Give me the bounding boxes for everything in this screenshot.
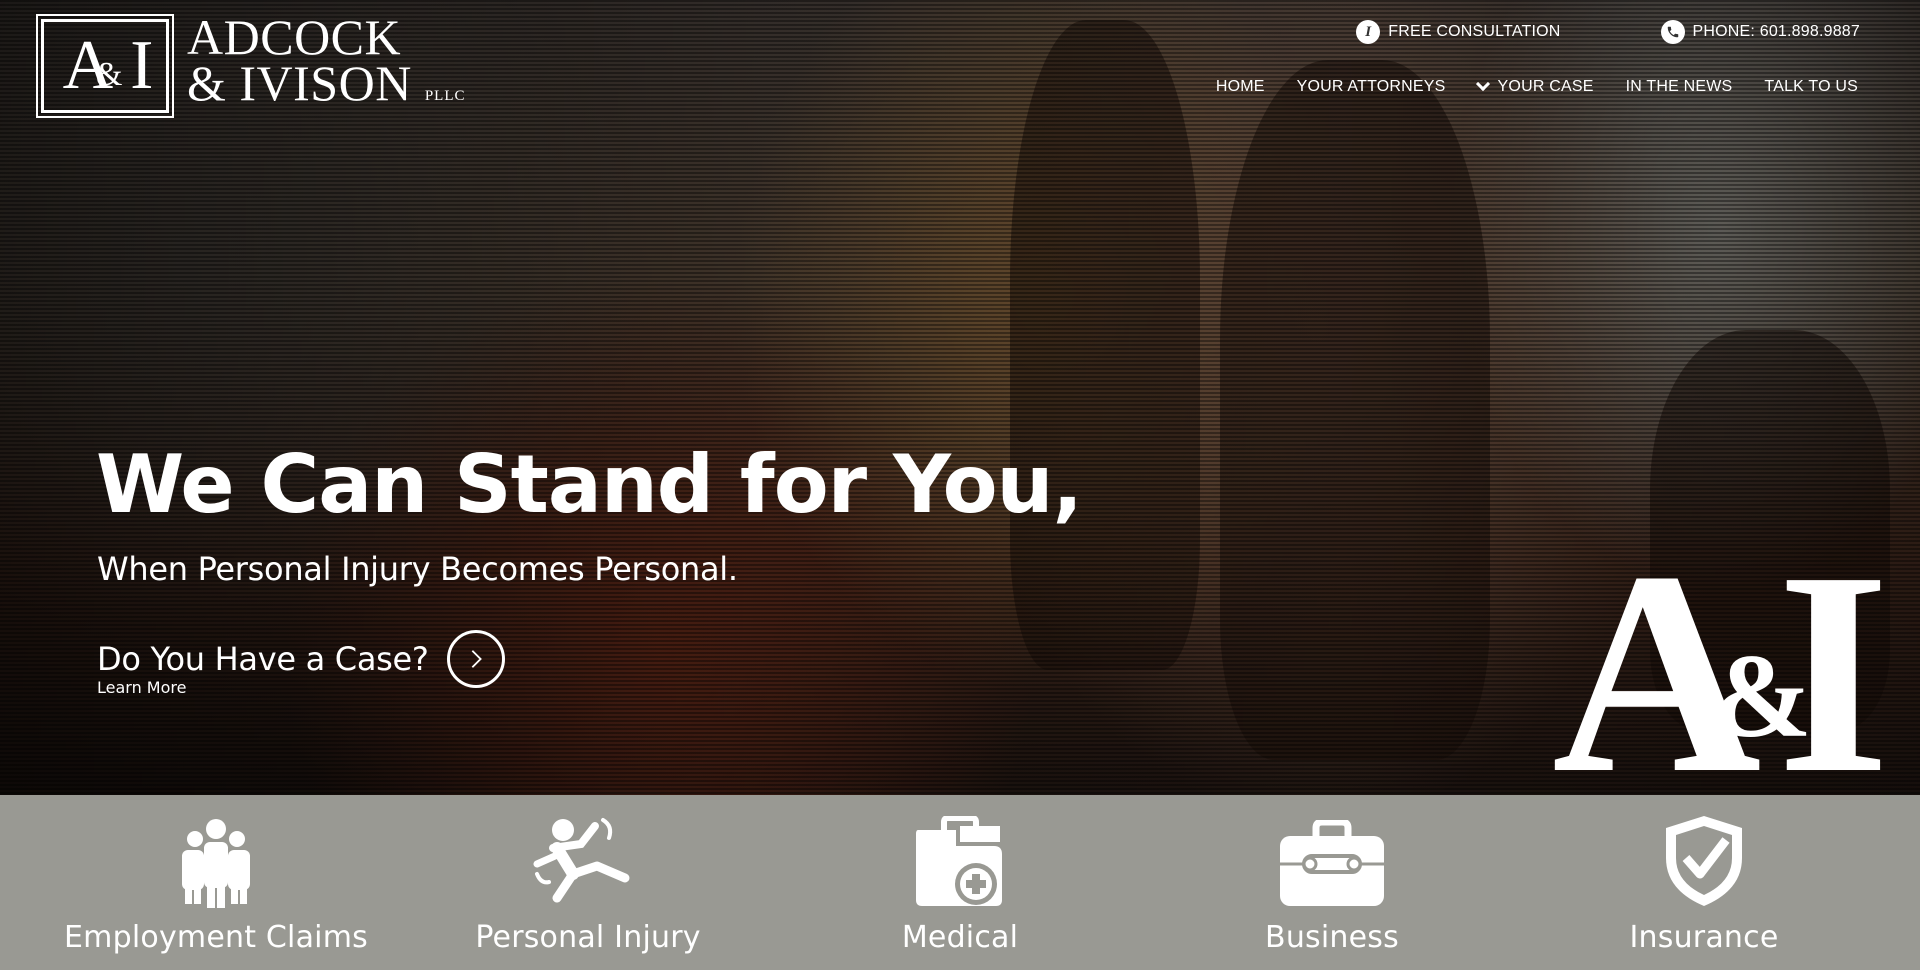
service-label: Employment Claims <box>64 920 368 955</box>
service-label: Personal Injury <box>475 920 701 955</box>
nav-item-your-attorneys[interactable]: YOUR ATTORNEYS <box>1297 78 1446 96</box>
shield-check-icon <box>1664 813 1744 908</box>
learn-more-link[interactable]: Learn More <box>97 678 186 697</box>
chevron-down-icon <box>1475 76 1490 92</box>
logo-suffix: PLLC <box>424 88 466 104</box>
brand-mark-large: A & I <box>1552 512 1890 796</box>
utility-bar: i FREE CONSULTATION PHONE: 601.898.9887 <box>1356 20 1860 44</box>
people-group-icon <box>179 813 253 908</box>
hero-banner: A I & ADCOCK & IVISON PLLC i FREE CONSUL… <box>0 0 1920 795</box>
hero-headline: We Can Stand for You, <box>96 438 1083 531</box>
nav-item-your-case[interactable]: YOUR CASE <box>1475 76 1594 96</box>
logo-mark: A I & <box>36 14 174 118</box>
service-label: Insurance <box>1629 920 1779 955</box>
phone-icon <box>1660 20 1685 44</box>
nav-item-in-the-news[interactable]: IN THE NEWS <box>1626 78 1733 96</box>
main-nav: HOME YOUR ATTORNEYS YOUR CASE IN THE NEW… <box>1216 76 1858 96</box>
person-falling-icon <box>533 813 643 908</box>
briefcase-icon <box>1278 813 1386 908</box>
service-medical[interactable]: Medical <box>800 795 1120 955</box>
service-employment-claims[interactable]: Employment Claims <box>56 795 376 955</box>
site-logo[interactable]: A I & ADCOCK & IVISON PLLC <box>36 9 466 118</box>
arrow-right-button[interactable] <box>446 630 505 688</box>
service-personal-injury[interactable]: Personal Injury <box>428 795 748 955</box>
cta-title: Do You Have a Case? <box>97 640 429 678</box>
service-label: Business <box>1265 920 1399 955</box>
chevron-right-icon <box>471 650 482 668</box>
nav-item-talk-to-us[interactable]: TALK TO US <box>1764 78 1858 96</box>
hero-subhead: When Personal Injury Becomes Personal. <box>97 550 738 588</box>
logo-name-line1: ADCOCK <box>187 9 402 65</box>
free-consultation-link[interactable]: i FREE CONSULTATION <box>1356 20 1560 44</box>
logo-name-line2: & IVISON <box>187 55 412 111</box>
service-business[interactable]: Business <box>1172 795 1492 955</box>
services-bar: Employment Claims Personal Injury Medica… <box>0 795 1920 970</box>
service-insurance[interactable]: Insurance <box>1544 795 1864 955</box>
service-label: Medical <box>901 920 1019 955</box>
phone-link[interactable]: PHONE: 601.898.9887 <box>1660 20 1860 44</box>
nav-item-home[interactable]: HOME <box>1216 78 1265 96</box>
info-icon: i <box>1356 20 1381 44</box>
medical-file-icon <box>912 813 1008 908</box>
